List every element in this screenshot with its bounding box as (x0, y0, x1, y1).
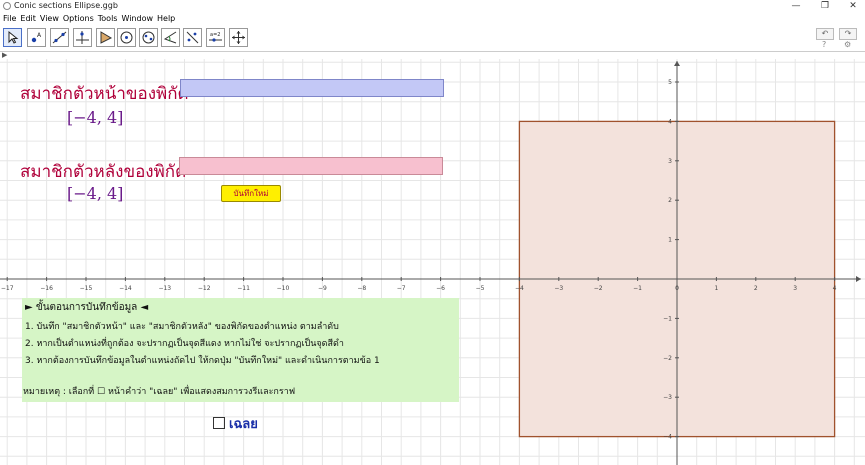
x-tick-label: −11 (237, 285, 250, 292)
answer-label: เฉลย (229, 417, 258, 432)
menu-options[interactable]: Options (63, 14, 94, 23)
instructions-step-3: 3. หากต้องการบันทึกข้อมูลในตำแหน่งถัดไป … (25, 356, 380, 366)
checkbox-icon[interactable] (213, 417, 225, 429)
x-tick-label: 2 (754, 285, 758, 292)
slider-label: a=2 (210, 32, 220, 38)
redo-button[interactable]: ↷ (839, 28, 857, 40)
x-tick-label: 0 (675, 285, 679, 292)
x-tick-label: −1 (633, 285, 642, 292)
menu-file[interactable]: File (3, 14, 16, 23)
x-tick-label: −7 (397, 285, 406, 292)
y-tick-label: 5 (668, 79, 672, 86)
x-range-text: [−4, 4] (67, 108, 124, 127)
y-coordinate-label: สมาชิกตัวหลังของพิกัด (20, 162, 187, 182)
menu-tools[interactable]: Tools (98, 14, 118, 23)
x-tick-label: −5 (476, 285, 485, 292)
x-tick-label: −6 (436, 285, 445, 292)
reflect-tool-button[interactable] (183, 28, 202, 47)
window-title: Conic sections Ellipse.ggb (14, 1, 118, 10)
x-tick-label: −9 (318, 285, 327, 292)
x-coordinate-input[interactable] (180, 79, 444, 97)
y-coordinate-input[interactable] (179, 157, 443, 175)
instructions-heading: ► ขั้นตอนการบันทึกข้อมูล ◄ (25, 302, 149, 313)
maximize-icon[interactable]: ❐ (815, 0, 835, 13)
y-tick-label: −3 (663, 394, 672, 401)
x-tick-label: −12 (198, 285, 211, 292)
circle-icon (120, 31, 133, 44)
toolbar-separator (0, 51, 865, 52)
minimize-icon[interactable]: — (786, 0, 806, 13)
help-icon[interactable]: ? (822, 40, 826, 49)
move-view-tool-button[interactable] (229, 28, 248, 47)
x-tick-label: −4 (515, 285, 524, 292)
y-tick-label: 3 (668, 158, 672, 165)
y-tick-label: −4 (663, 434, 672, 441)
x-tick-label: 3 (793, 285, 797, 292)
menu-edit[interactable]: Edit (20, 14, 36, 23)
y-tick-label: −2 (663, 355, 672, 362)
instructions-note: หมายเหตุ : เลือกที่ ☐ หน้าคำว่า "เฉลย" เ… (23, 387, 296, 397)
menu-bar: File Edit View Options Tools Window Help (0, 13, 176, 24)
slider-tool-button[interactable]: a=2 (206, 28, 225, 47)
y-tick-label: 1 (668, 237, 672, 244)
y-tick-label: 2 (668, 197, 672, 204)
svg-text:A: A (37, 32, 42, 39)
line-icon (52, 31, 67, 44)
x-tick-label: 1 (714, 285, 718, 292)
y-axis-arrow (674, 61, 680, 66)
x-tick-label: −15 (80, 285, 93, 292)
settings-icon[interactable]: ⚙ (844, 40, 851, 49)
perpendicular-icon (76, 31, 89, 44)
cursor-icon (8, 30, 19, 44)
angle-icon (163, 31, 177, 44)
ellipse-icon (142, 31, 155, 44)
x-tick-label: −14 (119, 285, 132, 292)
y-tick-label: 4 (668, 118, 672, 125)
x-tick-label: −13 (158, 285, 171, 292)
undo-button[interactable]: ↶ (816, 28, 834, 40)
circle-tool-button[interactable] (117, 28, 136, 47)
y-tick-label: −1 (663, 315, 672, 322)
x-coordinate-label: สมาชิกตัวหน้าของพิกัด (20, 84, 189, 104)
close-icon[interactable]: ✕ (843, 0, 863, 13)
perpendicular-tool-button[interactable] (73, 28, 92, 47)
y-range-text: [−4, 4] (67, 184, 124, 203)
x-axis-arrow (856, 276, 861, 282)
move-view-icon (232, 31, 245, 44)
menu-help[interactable]: Help (157, 14, 175, 23)
x-tick-label: −8 (357, 285, 366, 292)
polygon-icon (100, 31, 113, 44)
app-icon (3, 2, 11, 10)
x-tick-label: −10 (277, 285, 290, 292)
polygon-tool-button[interactable] (96, 28, 115, 47)
point-tool-button[interactable]: A (27, 28, 46, 47)
x-tick-label: −2 (594, 285, 603, 292)
menu-window[interactable]: Window (121, 14, 153, 23)
x-tick-label: −3 (554, 285, 563, 292)
slider-icon: a=2 (209, 32, 222, 42)
move-tool-button[interactable] (3, 28, 22, 47)
line-tool-button[interactable] (50, 28, 69, 47)
menu-view[interactable]: View (40, 14, 59, 23)
instructions-step-1: 1. บันทึก "สมาชิกตัวหน้า" และ "สมาชิกตัว… (25, 322, 339, 332)
new-record-button[interactable]: บันทึกใหม่ (221, 185, 281, 202)
x-tick-label: 4 (833, 285, 837, 292)
instructions-step-2: 2. หากเป็นตำแหน่งที่ถูกต้อง จะปรากฏเป็นจ… (25, 339, 344, 349)
graphics-view[interactable]: −17 −16 −15 −14 −13 −12 −11 −10 −9 −8 −7 −6 −5 −4 −3 −2… (0, 59, 865, 465)
toolbar: A a=2 (0, 27, 865, 51)
answer-checkbox[interactable]: เฉลย (213, 413, 258, 434)
reflect-icon (186, 31, 199, 44)
ellipse-tool-button[interactable] (139, 28, 158, 47)
x-tick-label: −16 (40, 285, 53, 292)
expand-panel-icon[interactable]: ▶ (2, 51, 7, 59)
instructions-panel: ► ขั้นตอนการบันทึกข้อมูล ◄ 1. บันทึก "สม… (22, 298, 459, 402)
angle-tool-button[interactable] (161, 28, 180, 47)
title-bar: Conic sections Ellipse.ggb — ❐ ✕ (0, 0, 865, 13)
x-tick-label: −17 (1, 285, 14, 292)
point-icon: A (31, 32, 42, 43)
